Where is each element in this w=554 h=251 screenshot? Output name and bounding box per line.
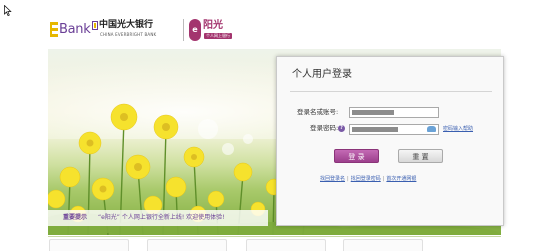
login-title-divider <box>290 91 492 92</box>
username-input[interactable] <box>349 107 439 118</box>
bank-name-cn: 中国光大银行 <box>99 20 154 30</box>
password-help-link[interactable]: 密码输入帮助 <box>443 126 473 133</box>
ebank-logo-text: Bank <box>59 22 91 37</box>
password-input[interactable] <box>349 124 439 135</box>
bank-logo[interactable]: 中国光大银行 CHINA EVERBRIGHT BANK <box>92 20 157 42</box>
login-button[interactable]: 登 录 <box>334 149 379 163</box>
service-tile[interactable] <box>246 239 326 251</box>
brand-logo[interactable]: e 阳光 个人网上银行 <box>189 17 249 43</box>
brand-badge: e <box>189 19 201 41</box>
login-help-links: 找回登录名 | 找回登录密码 | 首次开通网银 <box>320 176 417 182</box>
service-tile[interactable] <box>49 239 129 251</box>
news-label: 重要提示 <box>63 214 88 221</box>
username-label: 登录名或账号: <box>297 108 339 116</box>
first-activation-link[interactable]: 首次开通网银 <box>386 176 416 182</box>
recover-username-link[interactable]: 找回登录名 <box>320 176 345 182</box>
bank-emblem-icon <box>92 21 98 30</box>
brand-name: 阳光 <box>203 20 223 31</box>
password-redaction <box>352 127 398 132</box>
content-divider <box>48 236 501 237</box>
site-header: Bank 中国光大银行 CHINA EVERBRIGHT BANK e 阳光 个… <box>50 17 260 43</box>
ebank-logo[interactable]: Bank <box>50 22 91 38</box>
login-panel: 个人用户登录 登录名或账号: 登录密码: ? 密码输入帮助 登 录 重 置 找回… <box>276 56 504 226</box>
bank-name-en: CHINA EVERBRIGHT BANK <box>100 32 157 37</box>
username-redaction <box>352 110 394 115</box>
header-divider <box>183 19 184 41</box>
password-label: 登录密码: <box>310 124 339 132</box>
cursor-icon <box>4 5 12 16</box>
soft-keyboard-icon[interactable] <box>427 126 436 132</box>
news-text[interactable]: “e阳光” 个人网上银行全新上线! 欢迎使用体验! <box>98 213 225 222</box>
service-tile[interactable] <box>147 239 227 251</box>
service-tile[interactable] <box>343 239 423 251</box>
recover-password-link[interactable]: 找回登录密码 <box>351 176 381 182</box>
login-title: 个人用户登录 <box>292 69 352 80</box>
ebank-e-mark <box>50 22 58 37</box>
reset-button[interactable]: 重 置 <box>398 149 443 163</box>
brand-subtitle: 个人网上银行 <box>204 33 232 39</box>
help-icon[interactable]: ? <box>338 125 345 132</box>
news-ticker[interactable]: 重要提示 “e阳光” 个人网上银行全新上线! 欢迎使用体验! <box>48 210 268 226</box>
